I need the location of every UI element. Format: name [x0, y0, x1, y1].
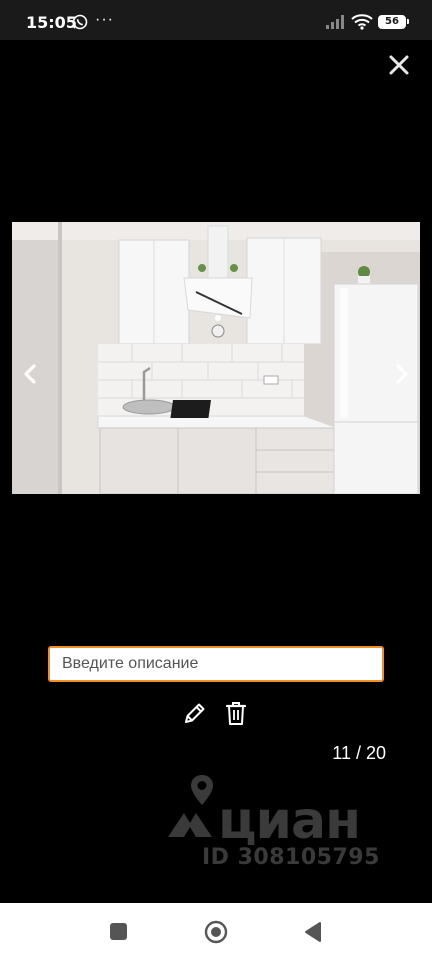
whatsapp-icon: [72, 14, 88, 30]
description-input[interactable]: [48, 646, 384, 682]
status-time: 15:05: [26, 13, 77, 32]
status-more-dots: ···: [95, 11, 114, 28]
cian-watermark: циан ID 308105795: [166, 773, 396, 873]
chevron-right-icon[interactable]: [390, 360, 414, 388]
recents-icon[interactable]: [110, 923, 127, 940]
battery-icon: 56: [378, 15, 409, 29]
watermark-brand: циан: [218, 791, 361, 851]
status-bar: 15:05 ··· 56: [0, 0, 432, 40]
system-navigation-bar: [0, 903, 432, 960]
back-icon[interactable]: [303, 921, 323, 943]
trash-icon[interactable]: [224, 700, 248, 726]
cian-logo-icon: [168, 813, 212, 837]
listing-photo: [12, 222, 420, 494]
map-pin-icon: [191, 775, 213, 805]
photo-counter: 11 / 20: [332, 743, 386, 763]
close-icon[interactable]: [387, 53, 411, 77]
wifi-icon: [351, 14, 373, 30]
chevron-left-icon[interactable]: [18, 360, 42, 388]
signal-icon: [326, 15, 344, 29]
watermark-id: ID 308105795: [202, 845, 380, 870]
home-icon[interactable]: [204, 920, 228, 944]
pencil-icon[interactable]: [182, 700, 208, 726]
